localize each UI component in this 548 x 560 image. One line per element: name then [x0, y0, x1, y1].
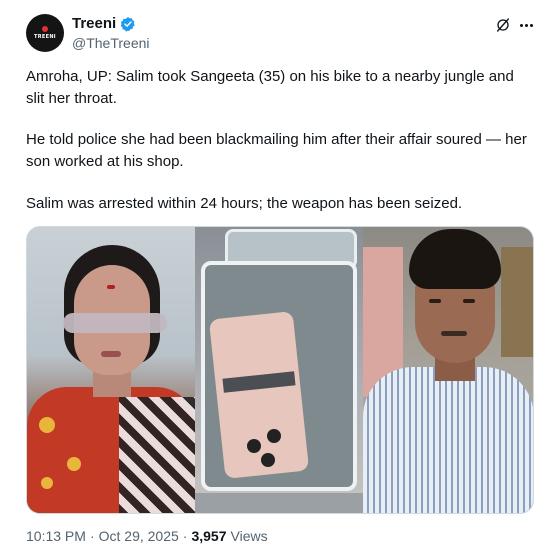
author-name-row: Treeni	[72, 15, 136, 32]
grok-icon[interactable]	[495, 17, 511, 33]
tweet-card: TREENI Treeni @TheTreeni Amroha, UP: Sal…	[0, 0, 548, 560]
tweet-time[interactable]: 10:13 PM	[26, 528, 86, 544]
tweet-metadata: 10:13 PM · Oct 29, 2025 · 3,957 Views	[26, 528, 268, 544]
tweet-date[interactable]: Oct 29, 2025	[99, 528, 179, 544]
author-display-name[interactable]: Treeni	[72, 15, 116, 32]
avatar-logo-text: TREENI	[34, 34, 56, 40]
tweet-media-grid[interactable]	[26, 226, 534, 514]
author-handle[interactable]: @TheTreeni	[72, 35, 150, 51]
face-blur-overlay	[63, 313, 167, 333]
media-photo-woman[interactable]	[27, 227, 196, 513]
tweet-paragraph: Salim was arrested within 24 hours; the …	[26, 195, 463, 212]
verified-badge-icon	[120, 16, 135, 32]
avatar[interactable]: TREENI	[26, 14, 64, 52]
views-label: Views	[230, 528, 268, 544]
tweet-paragraph: Amroha, UP: Salim took Sangeeta (35) on …	[26, 68, 514, 107]
tweet-paragraph: He told police she had been blackmailing…	[26, 131, 527, 170]
separator-dot: ·	[89, 528, 95, 544]
views-count: 3,957	[191, 528, 227, 544]
media-photo-evidence-phone[interactable]	[195, 227, 363, 513]
more-horizontal-icon[interactable]	[517, 16, 535, 34]
media-photo-man[interactable]	[362, 227, 533, 513]
separator-dot: ·	[182, 528, 188, 544]
avatar-logo-dot	[42, 26, 48, 32]
